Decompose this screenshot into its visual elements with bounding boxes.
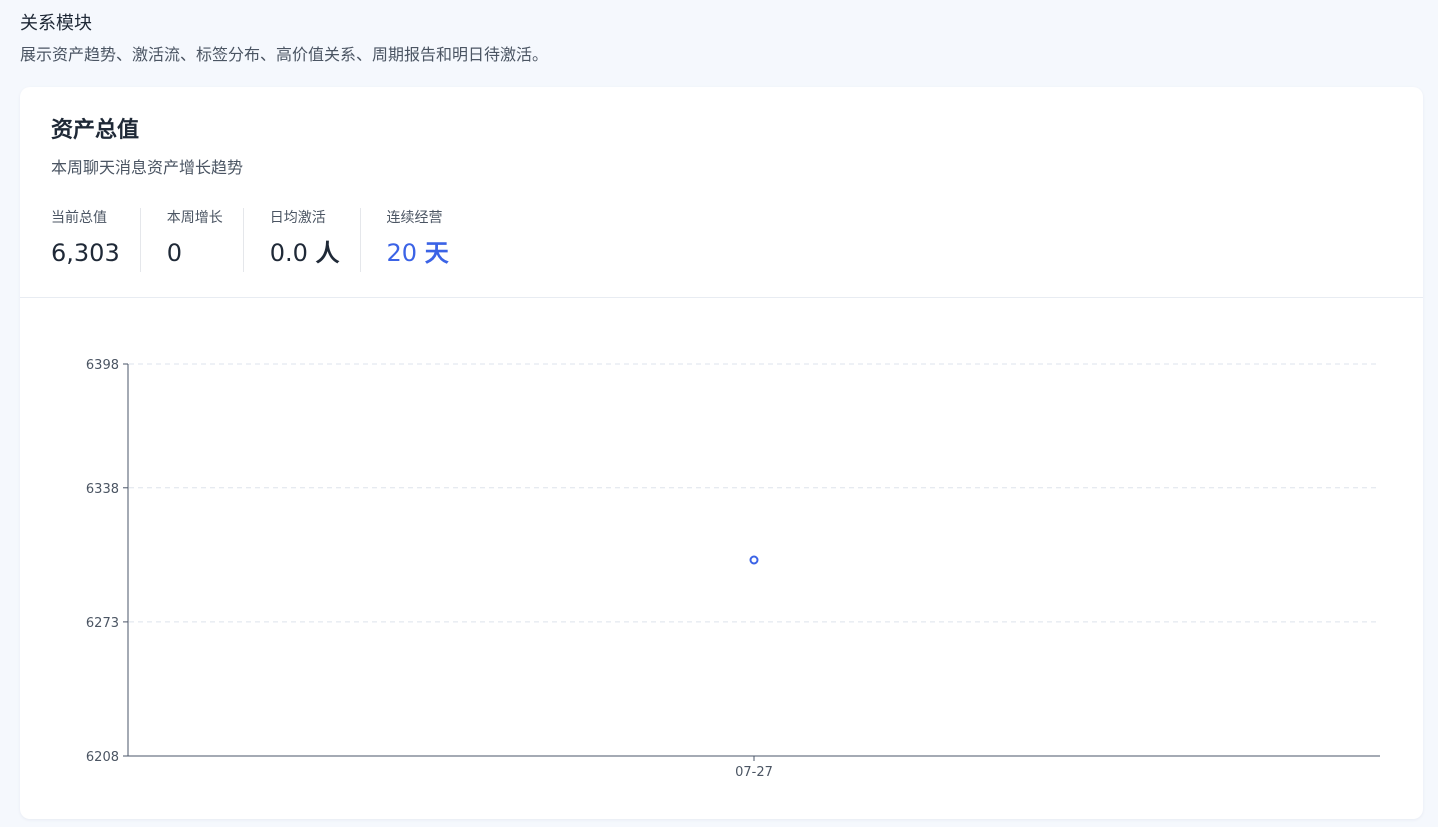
stat-value: 6,303	[51, 238, 120, 268]
stats-row: 当前总值 6,303 本周增长 0 日均激活 0.0 人 连续经营 20 天	[51, 208, 469, 272]
stat-label: 当前总值	[51, 210, 107, 226]
module-title: 关系模块	[20, 13, 92, 34]
stat-continuous-operation: 连续经营 20 天	[387, 208, 469, 272]
y-tick-label: 6273	[86, 616, 119, 631]
y-tick-label: 6208	[86, 750, 119, 765]
data-point	[749, 555, 759, 565]
stat-value: 20 天	[387, 238, 449, 268]
card-title: 资产总值	[51, 118, 140, 143]
module-description: 展示资产趋势、激活流、标签分布、高价值关系、周期报告和明日待激活。	[20, 45, 549, 64]
stat-label: 本周增长	[166, 210, 223, 226]
page-header: 关系模块 展示资产趋势、激活流、标签分布、高价值关系、周期报告和明日待激活。	[20, 12, 548, 66]
stat-value: 0	[167, 238, 223, 268]
y-tick-label: 6398	[86, 358, 119, 373]
stat-number: 0.0	[269, 239, 308, 267]
x-tick-label: 07-27	[735, 765, 773, 780]
asset-total-card: 资产总值 本周聊天消息资产增长趋势 当前总值 6,303 本周增长 0 日均激活…	[20, 87, 1423, 819]
stat-value: 0.0 人	[270, 238, 340, 268]
stat-label: 日均激活	[269, 210, 326, 226]
asset-trend-chart: 6398 6338 6273 6208 07-27	[20, 298, 1423, 819]
stat-number: 6,303	[51, 239, 120, 267]
stat-unit: 人	[315, 239, 340, 267]
card-subtitle: 本周聊天消息资产增长趋势	[51, 158, 244, 177]
stat-number: 0	[166, 239, 182, 267]
stat-number: 20	[386, 239, 418, 267]
stat-current-total: 当前总值 6,303	[51, 208, 141, 272]
y-tick-label: 6338	[86, 482, 119, 497]
stat-unit: 天	[424, 239, 449, 267]
stat-weekly-growth: 本周增长 0	[167, 208, 244, 272]
stat-label: 连续经营	[386, 210, 443, 226]
chart-svg: 6398 6338 6273 6208 07-27	[86, 358, 1380, 780]
stat-daily-activation: 日均激活 0.0 人	[270, 208, 361, 272]
